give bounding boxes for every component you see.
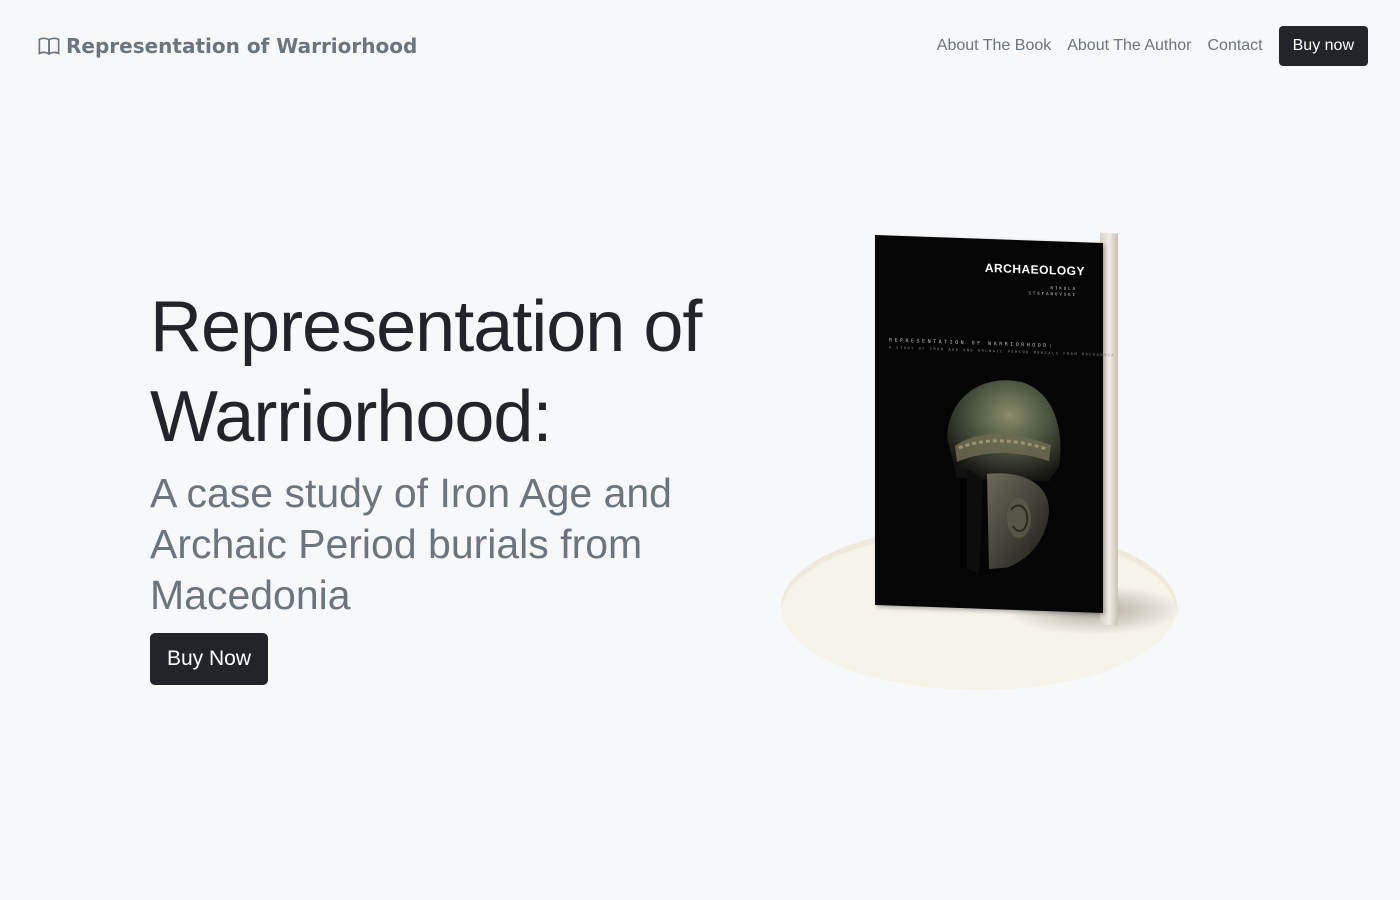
cover-series-label: ARCHAEOLOGY — [984, 260, 1085, 279]
book-open-icon — [38, 35, 60, 57]
book-illustration: ARCHAEOLOGY NIKOLA STEFANOVSKI REPRESENT… — [775, 225, 1195, 695]
buy-now-hero-button[interactable]: Buy Now — [150, 633, 269, 685]
book-cover: ARCHAEOLOGY NIKOLA STEFANOVSKI REPRESENT… — [875, 235, 1115, 613]
nav-link-contact[interactable]: Contact — [1199, 26, 1270, 66]
navbar: Representation of Warriorhood About The … — [0, 0, 1400, 96]
nav-link-about-book[interactable]: About The Book — [929, 26, 1059, 66]
nav-link-about-author[interactable]: About The Author — [1059, 26, 1199, 66]
brand-label: Representation of Warriorhood — [66, 34, 418, 58]
hero-title: Representation of Warriorhood: — [150, 287, 702, 457]
nav-links: About The Book About The Author Contact … — [929, 26, 1368, 66]
helmet-image — [927, 367, 1067, 582]
brand-link[interactable]: Representation of Warriorhood — [38, 34, 417, 58]
hero-subtitle: A case study of Iron Age and Archaic Per… — [150, 470, 672, 618]
buy-now-nav-button[interactable]: Buy now — [1278, 26, 1368, 66]
cover-author: NIKOLA STEFANOVSKI — [1028, 285, 1078, 298]
hero-text: Representation of Warriorhood: A case st… — [150, 282, 710, 685]
